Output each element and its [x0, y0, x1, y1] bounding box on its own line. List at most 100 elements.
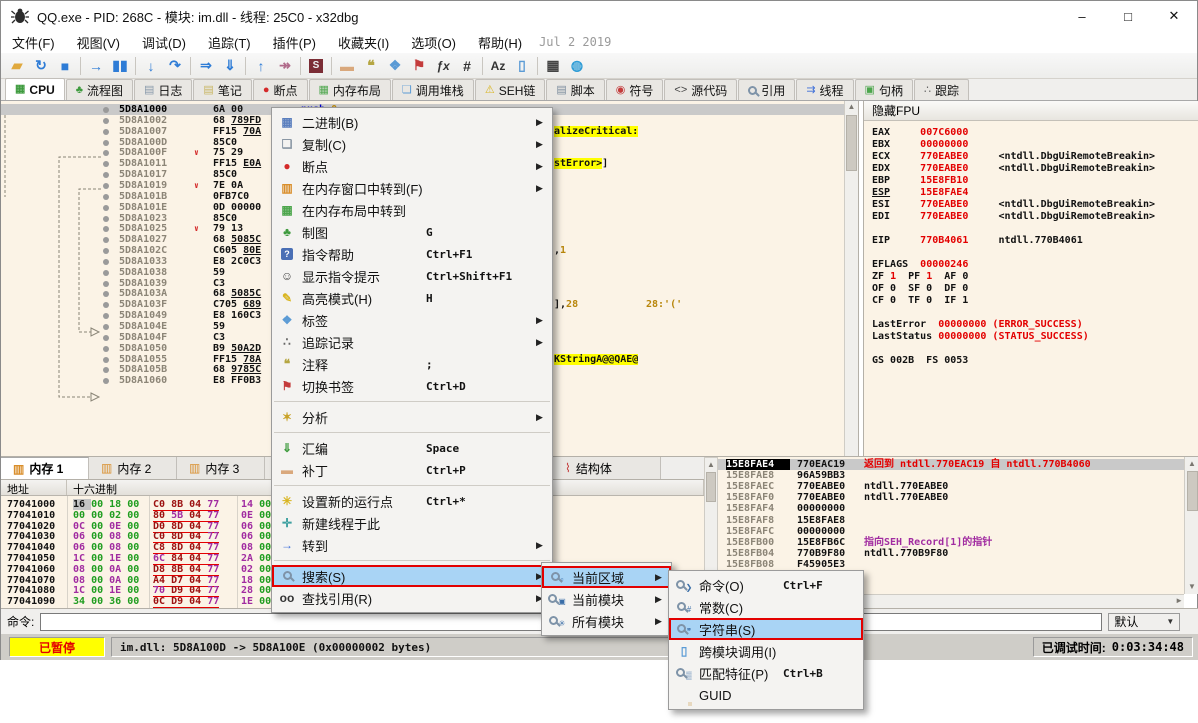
register-line[interactable]: ZF 1 PF 1 AF 0: [872, 271, 968, 283]
menu-item-当前模块[interactable]: ▣当前模块▶: [542, 588, 671, 610]
label-button[interactable]: ❖: [383, 55, 407, 77]
comment-button[interactable]: ❝: [359, 55, 383, 77]
tab-内存布局[interactable]: ▦内存布局: [309, 79, 391, 100]
menu-item-设置新的运行点[interactable]: ✳设置新的运行点Ctrl+*: [272, 490, 552, 512]
menu-item-制图[interactable]: ♣制图G: [272, 221, 552, 243]
menu-帮助(H)[interactable]: 帮助(H): [467, 31, 533, 54]
breakpoint-dot[interactable]: [103, 346, 109, 352]
menu-item-补丁[interactable]: ▬补丁Ctrl+P: [272, 459, 552, 481]
tab-源代码[interactable]: <>源代码: [664, 79, 737, 100]
stack-vertical-scrollbar[interactable]: ▲▼: [1184, 457, 1198, 594]
menu-item-转到[interactable]: →转到▶: [272, 534, 552, 556]
tab-跟踪[interactable]: ∴跟踪: [914, 79, 969, 100]
breakpoint-dot[interactable]: [103, 291, 109, 297]
dump-tab-内存 1[interactable]: ▥内存 1: [1, 457, 89, 479]
tab-句柄[interactable]: ▣句柄: [855, 79, 913, 100]
dump-tab-内存 3[interactable]: ▥内存 3: [177, 457, 265, 479]
attach-button[interactable]: ↠: [273, 55, 297, 77]
step-into-button[interactable]: ↓: [139, 55, 163, 77]
menu-调试(D)[interactable]: 调试(D): [131, 31, 197, 54]
menu-item-指令帮助[interactable]: ?指令帮助Ctrl+F1: [272, 243, 552, 265]
menu-item-新建线程于此[interactable]: ✛新建线程于此: [272, 512, 552, 534]
stack-row[interactable]: 15E8FAF400000000: [718, 503, 1184, 514]
menu-item-追踪记录[interactable]: ∴追踪记录▶: [272, 331, 552, 353]
register-line[interactable]: OF 0 SF 0 DF 0: [872, 283, 968, 295]
breakpoint-dot[interactable]: [103, 324, 109, 330]
breakpoint-dot[interactable]: [103, 313, 109, 319]
menu-item-常数(C)[interactable]: #常数(C): [669, 596, 863, 618]
menu-item-当前区域[interactable]: ▫当前区域▶: [542, 566, 671, 588]
stack-row[interactable]: 15E8FB0015E8FB6C指向SEH_Record[1]的指针: [718, 537, 1184, 548]
menu-item-命令(O)[interactable]: ❯命令(O)Ctrl+F: [669, 574, 863, 596]
breakpoint-dot[interactable]: [103, 226, 109, 232]
menu-item-匹配特征(P)[interactable]: ▒匹配特征(P)Ctrl+B: [669, 662, 863, 684]
register-line[interactable]: EBP 15E8FB10: [872, 175, 968, 187]
disasm-vertical-scrollbar[interactable]: ▲▼: [844, 101, 858, 456]
tab-调用堆栈[interactable]: ❏调用堆栈: [392, 79, 474, 100]
register-line[interactable]: ECX 770EABE0 <ntdll.DbgUiRemoteBreakin>: [872, 151, 1155, 163]
menu-item-GUID[interactable]: GUID: [669, 684, 863, 706]
register-line[interactable]: ESI 770EABE0 <ntdll.DbgUiRemoteBreakin>: [872, 199, 1155, 211]
menu-item-标签[interactable]: ❖标签▶: [272, 309, 552, 331]
stack-row[interactable]: 15E8FAE4770EAC19返回到 ntdll.770EAC19 自 ntd…: [718, 459, 1184, 470]
register-line[interactable]: LastStatus 00000000 (STATUS_SUCCESS): [872, 331, 1089, 343]
stack-row[interactable]: 15E8FAFC00000000: [718, 526, 1184, 537]
breakpoint-dot[interactable]: [103, 205, 109, 211]
register-line[interactable]: CF 0 TF 0 IF 1: [872, 295, 968, 307]
menu-文件(F)[interactable]: 文件(F): [1, 31, 66, 54]
menu-item-注释[interactable]: ❝注释;: [272, 353, 552, 375]
menu-item-查找引用(R)[interactable]: oo查找引用(R)▶: [272, 587, 552, 609]
maximize-button[interactable]: □: [1105, 1, 1151, 31]
register-line[interactable]: ESP 15E8FAE4: [872, 187, 968, 199]
open-file-button[interactable]: ▰: [5, 55, 29, 77]
trace-button[interactable]: S: [304, 55, 328, 77]
pause-button[interactable]: ▮▮: [108, 55, 132, 77]
tab-线程[interactable]: ⇉线程: [796, 79, 853, 100]
breakpoint-dot[interactable]: [103, 302, 109, 308]
modules-button[interactable]: ▯: [510, 55, 534, 77]
menu-item-字符串(S)[interactable]: ❞字符串(S): [669, 618, 863, 640]
restart-button[interactable]: ↻: [29, 55, 53, 77]
register-line[interactable]: LastError 00000000 (ERROR_SUCCESS): [872, 319, 1083, 331]
menu-选项(O)[interactable]: 选项(O): [400, 31, 467, 54]
breakpoint-dot[interactable]: [103, 237, 109, 243]
breakpoint-dot[interactable]: [103, 194, 109, 200]
menu-item-在内存窗口中转到(F)[interactable]: ▥在内存窗口中转到(F)▶: [272, 177, 552, 199]
menu-item-切换书签[interactable]: ⚑切换书签Ctrl+D: [272, 375, 552, 397]
stack-row[interactable]: 15E8FB04770B9F80ntdll.770B9F80: [718, 548, 1184, 559]
breakpoint-dot[interactable]: [103, 140, 109, 146]
tab-流程图[interactable]: ♣流程图: [66, 79, 133, 100]
breakpoint-dot[interactable]: [103, 183, 109, 189]
menu-item-搜索(S)[interactable]: 搜索(S)▶: [272, 565, 552, 587]
close-button[interactable]: ✕: [1151, 1, 1197, 31]
command-scope-select[interactable]: 默认▼: [1108, 613, 1180, 631]
breakpoint-dot[interactable]: [103, 248, 109, 254]
execute-till-return-button[interactable]: ⇓: [218, 55, 242, 77]
breakpoint-dot[interactable]: [103, 281, 109, 287]
breakpoint-dot[interactable]: [103, 357, 109, 363]
tab-笔记[interactable]: ▤笔记: [193, 79, 251, 100]
bookmark-button[interactable]: ⚑: [407, 55, 431, 77]
breakpoint-dot[interactable]: [103, 335, 109, 341]
globe-button[interactable]: ◍: [565, 55, 589, 77]
tab-日志[interactable]: ▤日志: [134, 79, 192, 100]
hash-button[interactable]: #: [455, 55, 479, 77]
menu-item-二进制(B)[interactable]: ▦二进制(B)▶: [272, 111, 552, 133]
stack-row[interactable]: 15E8FAEC770EABE0ntdll.770EABE0: [718, 481, 1184, 492]
fx-button[interactable]: ƒx: [431, 55, 455, 77]
menu-item-高亮模式(H)[interactable]: ✎高亮模式(H)H: [272, 287, 552, 309]
menu-item-跨模块调用(I)[interactable]: ▯跨模块调用(I): [669, 640, 863, 662]
minimize-button[interactable]: –: [1059, 1, 1105, 31]
breakpoint-dot[interactable]: [103, 378, 109, 384]
breakpoint-dot[interactable]: [103, 216, 109, 222]
breakpoint-dot[interactable]: [103, 161, 109, 167]
register-line[interactable]: EAX 007C6000: [872, 127, 968, 139]
menu-item-分析[interactable]: ✶分析▶: [272, 406, 552, 428]
run-to-user-code-button[interactable]: ⇒: [194, 55, 218, 77]
menu-收藏夹(I)[interactable]: 收藏夹(I): [327, 31, 400, 54]
hide-fpu-button[interactable]: 隐藏FPU: [864, 101, 1198, 121]
az-button[interactable]: Az: [486, 55, 510, 77]
register-line[interactable]: GS 002B FS 0053: [872, 355, 968, 367]
menu-item-断点[interactable]: ●断点▶: [272, 155, 552, 177]
calculator-button[interactable]: ▦: [541, 55, 565, 77]
